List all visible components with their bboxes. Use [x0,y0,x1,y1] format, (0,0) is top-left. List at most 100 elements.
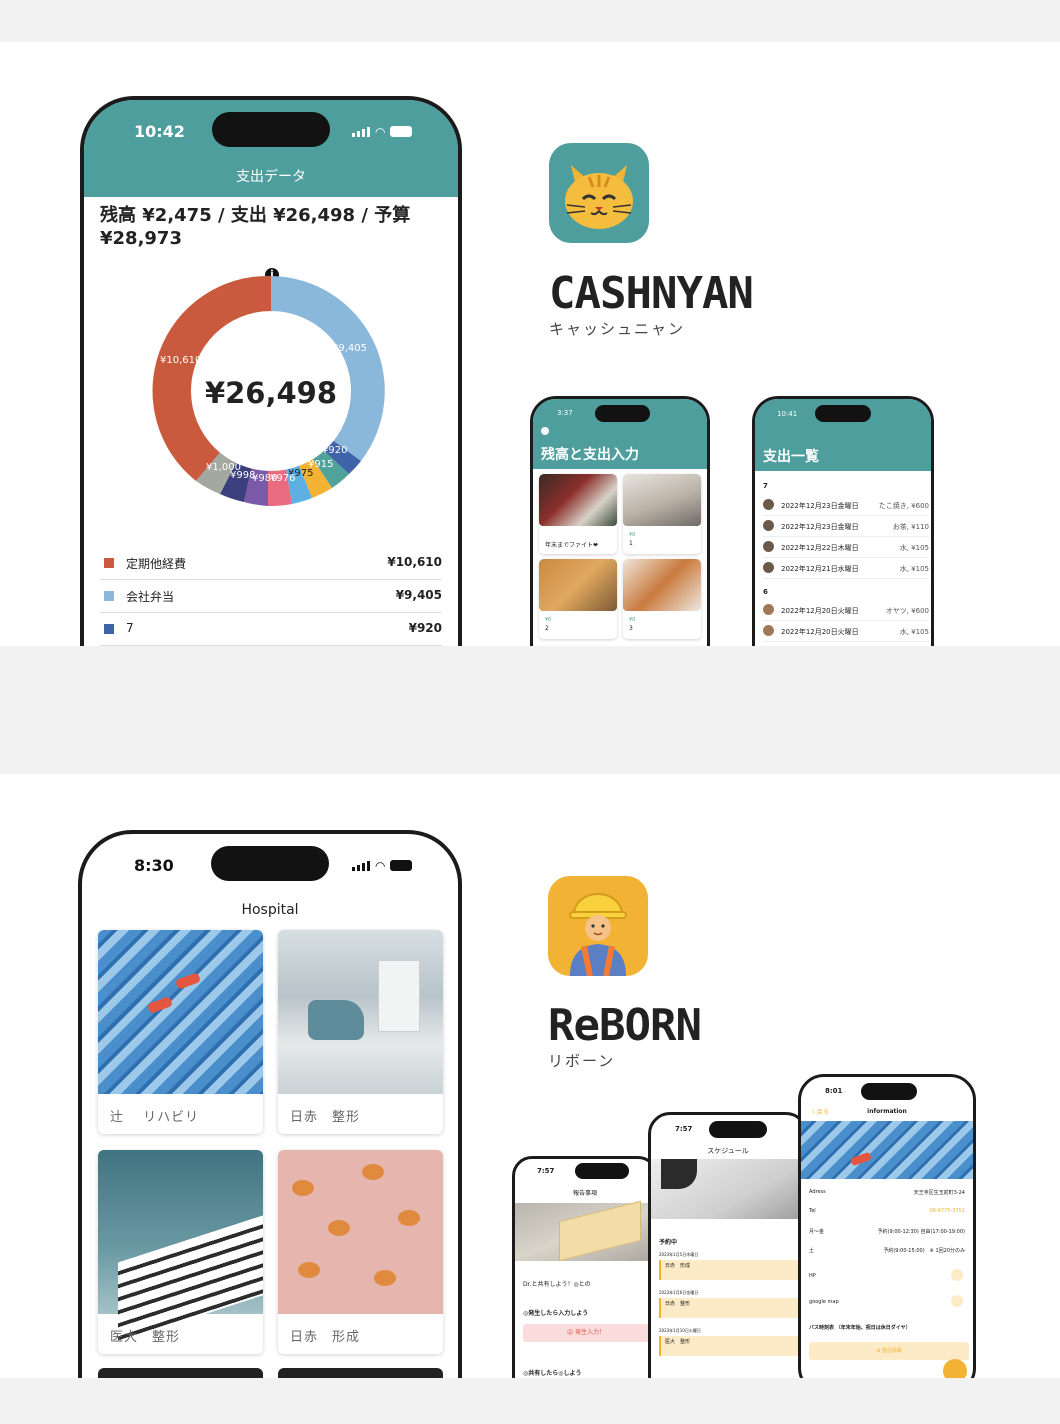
expense-row[interactable]: 2022年12月23日金曜日 お茶, ¥110 [763,516,929,537]
hospital-image [98,1150,263,1343]
hospital-caption: 医大 整形 [110,1330,181,1345]
legend-label: 7 [126,621,134,635]
avatar [763,562,774,573]
status-time: 7:57 [537,1167,555,1175]
dynamic-island [575,1163,629,1179]
avatar [763,541,774,552]
report-button[interactable]: 😮 発生入力！ [523,1324,649,1342]
cashnyan-showcase: 10:42 ◠ 支出データ 残高 ¥2,475 / 支出 ¥26,498 / 予… [0,42,1060,646]
legend-amount: ¥10,610 [387,555,442,569]
report-screen-phone: 7:57 報告事項 Dr.と共有しよう！◎との ◎発生したら入力しよう 😮 発生… [512,1156,658,1378]
legend-row[interactable]: 定期他経費 ¥10,610 [100,546,442,580]
link-icon[interactable] [951,1269,963,1281]
info-key: google map [809,1299,839,1305]
row-date: 2022年12月23日金曜日 [781,523,859,531]
donut-label: ¥920 [322,445,347,456]
reborn-main-phone: 8:30 ◠ Hospital 辻 リハビリ 日赤 整形 医大 整形 日赤 形成 [78,830,462,1378]
status-icons: ◠ [352,859,413,873]
cat-app-icon [549,143,649,243]
photo-image [539,559,617,611]
hospital-caption: 辻 リハビリ [110,1110,200,1125]
photo-card[interactable]: ¥0 3 [623,559,701,639]
schedule-date: 2023年1月6日金曜日 [659,1290,699,1295]
info-value: 予約(9:00-12:30) 自由(17:00-19:00) [877,1229,965,1235]
hospital-image [278,930,443,1094]
info-key: バス時刻表 （年末年始、祝日は休日ダイヤ） [809,1325,911,1331]
row-date: 2022年12月20日火曜日 [781,628,859,636]
cashnyan-header: 10:42 ◠ 支出データ [84,100,458,197]
info-icon[interactable] [541,427,549,435]
hospital-card[interactable]: 日赤 整形 [278,930,443,1134]
row-note: 水, ¥105 [899,628,929,636]
donut-label: ¥9,405 [332,343,367,354]
signal-icon [352,861,370,871]
row-note: お茶, ¥110 [892,523,929,531]
screen-title: information [867,1108,907,1115]
hospital-card[interactable]: 医大 整形 [98,1150,263,1354]
legend-label: 会社弁当 [126,590,175,604]
app-name: CASHNYAN [549,268,754,319]
screen-title: スケジュール [707,1147,749,1155]
app-kana: キャッシュニャン [549,320,686,338]
donut-total: ¥26,498 [205,376,337,410]
screen-title: 残高と支出入力 [541,447,639,463]
status-time: 10:41 [777,410,798,418]
app-kana: リボーン [548,1052,616,1070]
expense-donut-chart: ¥26,498 ¥10,610 ¥9,405 ¥920 ¥915 ¥975 ¥1… [152,275,385,507]
info-screen-phone: 8:01 〈 戻る information Adress 天王寺区生玉前町3-2… [798,1074,976,1378]
legend-amount: ¥9,405 [395,588,442,602]
avatar [763,520,774,531]
calendar-image [651,1159,805,1219]
screen-title: 支出データ [236,169,306,185]
photo-card[interactable]: 年末までファイト❤ [539,474,617,554]
avatar [763,625,774,636]
status-time: 3:37 [557,409,573,417]
wifi-icon: ◠ [375,859,386,873]
schedule-item[interactable]: 日赤 整形 [659,1298,805,1318]
hospital-image [98,930,263,1094]
legend-row[interactable]: 会社弁当 ¥9,405 [100,579,442,613]
hospital-card[interactable]: 日赤 形成 [278,1150,443,1354]
calendar-fab-icon[interactable] [943,1359,967,1378]
row-note: 水, ¥105 [899,544,929,552]
info-key: 土 [809,1248,815,1254]
wifi-icon: ◠ [375,125,386,139]
schedule-item[interactable]: 日赤 形成 [659,1260,805,1280]
expense-row[interactable]: 2022年12月22日木曜日 水, ¥105 [763,537,929,558]
hospital-card[interactable]: 辻 リハビリ [98,930,263,1134]
report-hint: Dr.と共有しよう！◎との [523,1281,591,1288]
row-note: 水, ¥105 [899,565,929,573]
expense-row[interactable]: 2022年12月20日火曜日 オヤツ, ¥600 [763,600,929,621]
status-time: 10:42 [134,122,185,141]
donut-label: ¥10,610 [160,355,201,366]
battery-icon [390,126,413,137]
info-phone-link[interactable]: 06-6775-3751 [930,1208,965,1214]
card-label: 2 [545,625,549,632]
expense-row[interactable]: 2022年12月23日金曜日 たこ焼き, ¥600 [763,495,929,516]
photo-card[interactable]: ¥0 2 [539,559,617,639]
legend-swatch [104,624,114,634]
photo-image [539,474,617,526]
screen-title: 支出一覧 [763,449,819,465]
report-image [515,1200,655,1262]
legend-row[interactable]: 7 ¥920 [100,612,442,646]
photo-card[interactable]: ¥0 1 [623,474,701,554]
status-time: 7:57 [675,1125,693,1133]
group-heading: 7 [763,482,768,490]
avatar [763,499,774,510]
register-button[interactable]: ⊕ 登記情報 [809,1342,969,1360]
hospital-image [278,1150,443,1314]
dynamic-island [709,1121,767,1138]
dynamic-island [211,846,329,881]
expense-row[interactable]: 2022年12月21日水曜日 水, ¥105 [763,558,929,579]
map-icon[interactable] [951,1295,963,1307]
balance-summary: 残高 ¥2,475 / 支出 ¥26,498 / 予算 ¥28,973 [100,205,411,249]
expense-row[interactable]: 2022年12月20日火曜日 水, ¥105 [763,621,929,642]
schedule-date: 2023年1月5日木曜日 [659,1252,699,1257]
report-hint: ◎発生したら入力しよう [523,1310,589,1317]
card-amount: ¥0 [629,532,636,538]
legend-swatch [104,558,114,568]
screen-title: Hospital [241,902,299,918]
schedule-item[interactable]: 医大 整形 [659,1336,805,1356]
donut-label: ¥976 [270,473,295,484]
